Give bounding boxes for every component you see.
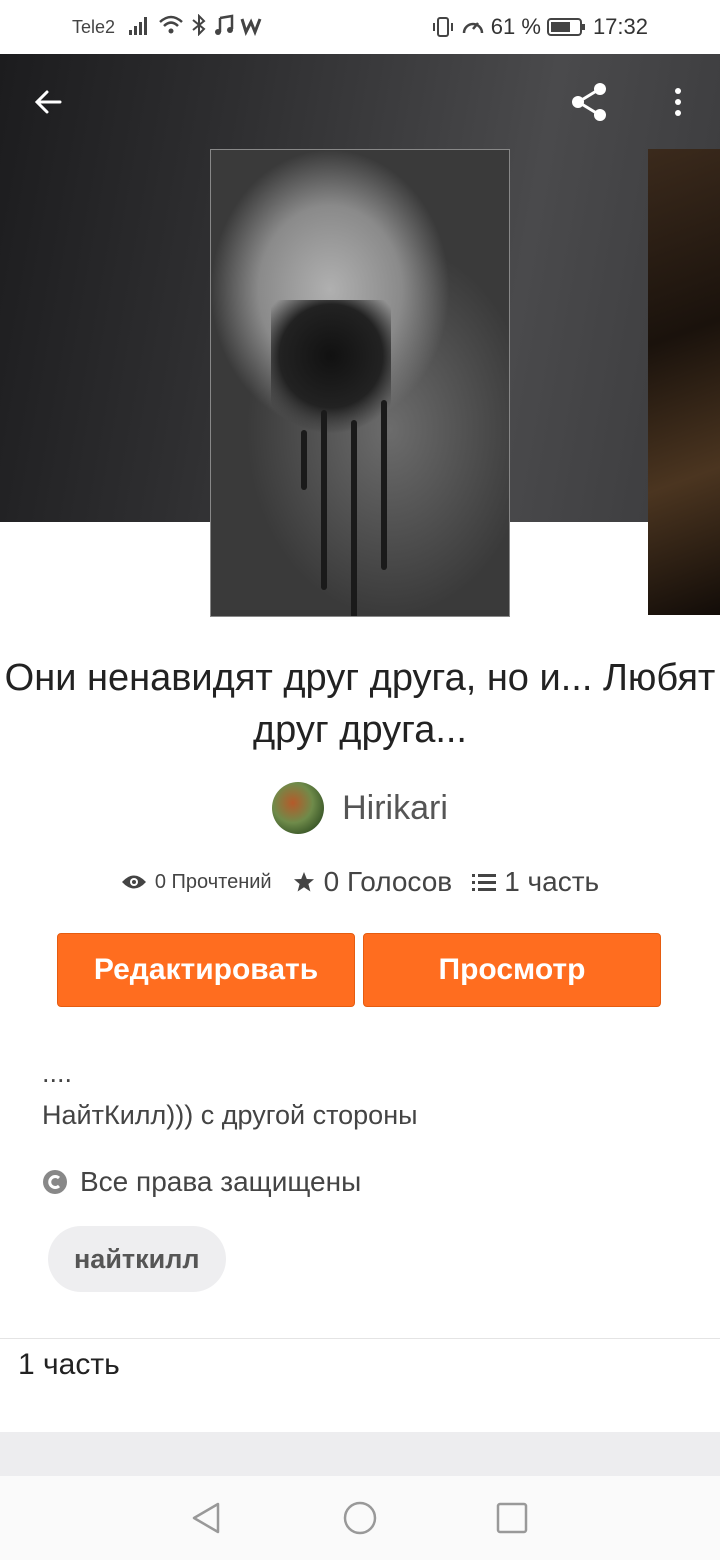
divider (0, 1338, 720, 1339)
more-vert-icon (675, 88, 681, 116)
cover-drip (381, 400, 387, 570)
reads-stat: 0 Прочтений (121, 871, 272, 894)
wifi-icon (159, 15, 183, 34)
eye-icon (121, 875, 146, 889)
description-line: .... (42, 1058, 73, 1088)
share-icon (572, 83, 606, 121)
nav-recents-button[interactable] (490, 1496, 534, 1540)
clock: 17:32 (592, 14, 648, 39)
avatar[interactable] (272, 782, 325, 834)
data-speed-icon (462, 22, 484, 34)
nav-back-button[interactable] (184, 1496, 228, 1540)
more-options-button[interactable] (654, 78, 702, 126)
back-button[interactable] (24, 78, 72, 126)
description-line: НайтКилл))) с другой стороны (42, 1100, 418, 1130)
copyright-icon (43, 1170, 67, 1194)
back-arrow-icon (34, 90, 62, 114)
w-app-icon (240, 18, 262, 36)
author-row[interactable]: Hirikari (0, 782, 720, 834)
story-cover[interactable] (210, 149, 510, 617)
view-button[interactable]: Просмотр (363, 933, 661, 1007)
share-button[interactable] (566, 78, 614, 126)
votes-count: 0 Голосов (323, 866, 453, 897)
edit-button[interactable]: Редактировать (57, 933, 355, 1007)
reads-count: 0 Прочтений (154, 870, 272, 893)
nav-home-icon (343, 1501, 377, 1535)
battery-icon (546, 18, 585, 36)
nav-back-icon (192, 1502, 220, 1534)
section-separator (0, 1432, 720, 1476)
nav-recents-icon (496, 1502, 528, 1534)
battery-percent: 61 % (490, 14, 541, 39)
copyright-label: Все права защищены (80, 1166, 362, 1197)
cover-drip (301, 430, 307, 490)
status-left-icons (128, 14, 262, 36)
star-icon (293, 872, 314, 892)
music-icon (215, 14, 234, 35)
parts-stat: 1 часть (472, 866, 599, 898)
bluetooth-icon (192, 14, 206, 36)
story-stats: 0 Прочтений 0 Голосов 1 часть (0, 866, 720, 898)
cover-drip (351, 420, 357, 616)
next-story-cover[interactable] (648, 149, 720, 615)
tag-chip[interactable]: найткилл (48, 1226, 226, 1292)
story-description: .... НайтКилл))) с другой стороны (42, 1052, 418, 1136)
cover-drip (321, 410, 327, 590)
author-name[interactable]: Hirikari (342, 789, 448, 828)
status-bar: Tele2 61 % 17:32 (0, 0, 720, 54)
parts-count: 1 часть (504, 866, 600, 897)
votes-stat: 0 Голосов (292, 866, 453, 898)
signal-icon (129, 17, 147, 35)
parts-heading[interactable]: 1 часть (18, 1348, 120, 1382)
nav-home-button[interactable] (338, 1496, 382, 1540)
cover-stain (271, 300, 391, 440)
vibrate-icon (432, 17, 453, 37)
copyright-row: Все права защищены (42, 1166, 361, 1198)
story-title: Они ненавидят друг друга, но и... Любят … (4, 657, 716, 751)
carrier-label: Tele2 (72, 17, 116, 37)
status-right-icons: 61 % 17:32 (431, 14, 648, 40)
list-icon (472, 874, 497, 891)
